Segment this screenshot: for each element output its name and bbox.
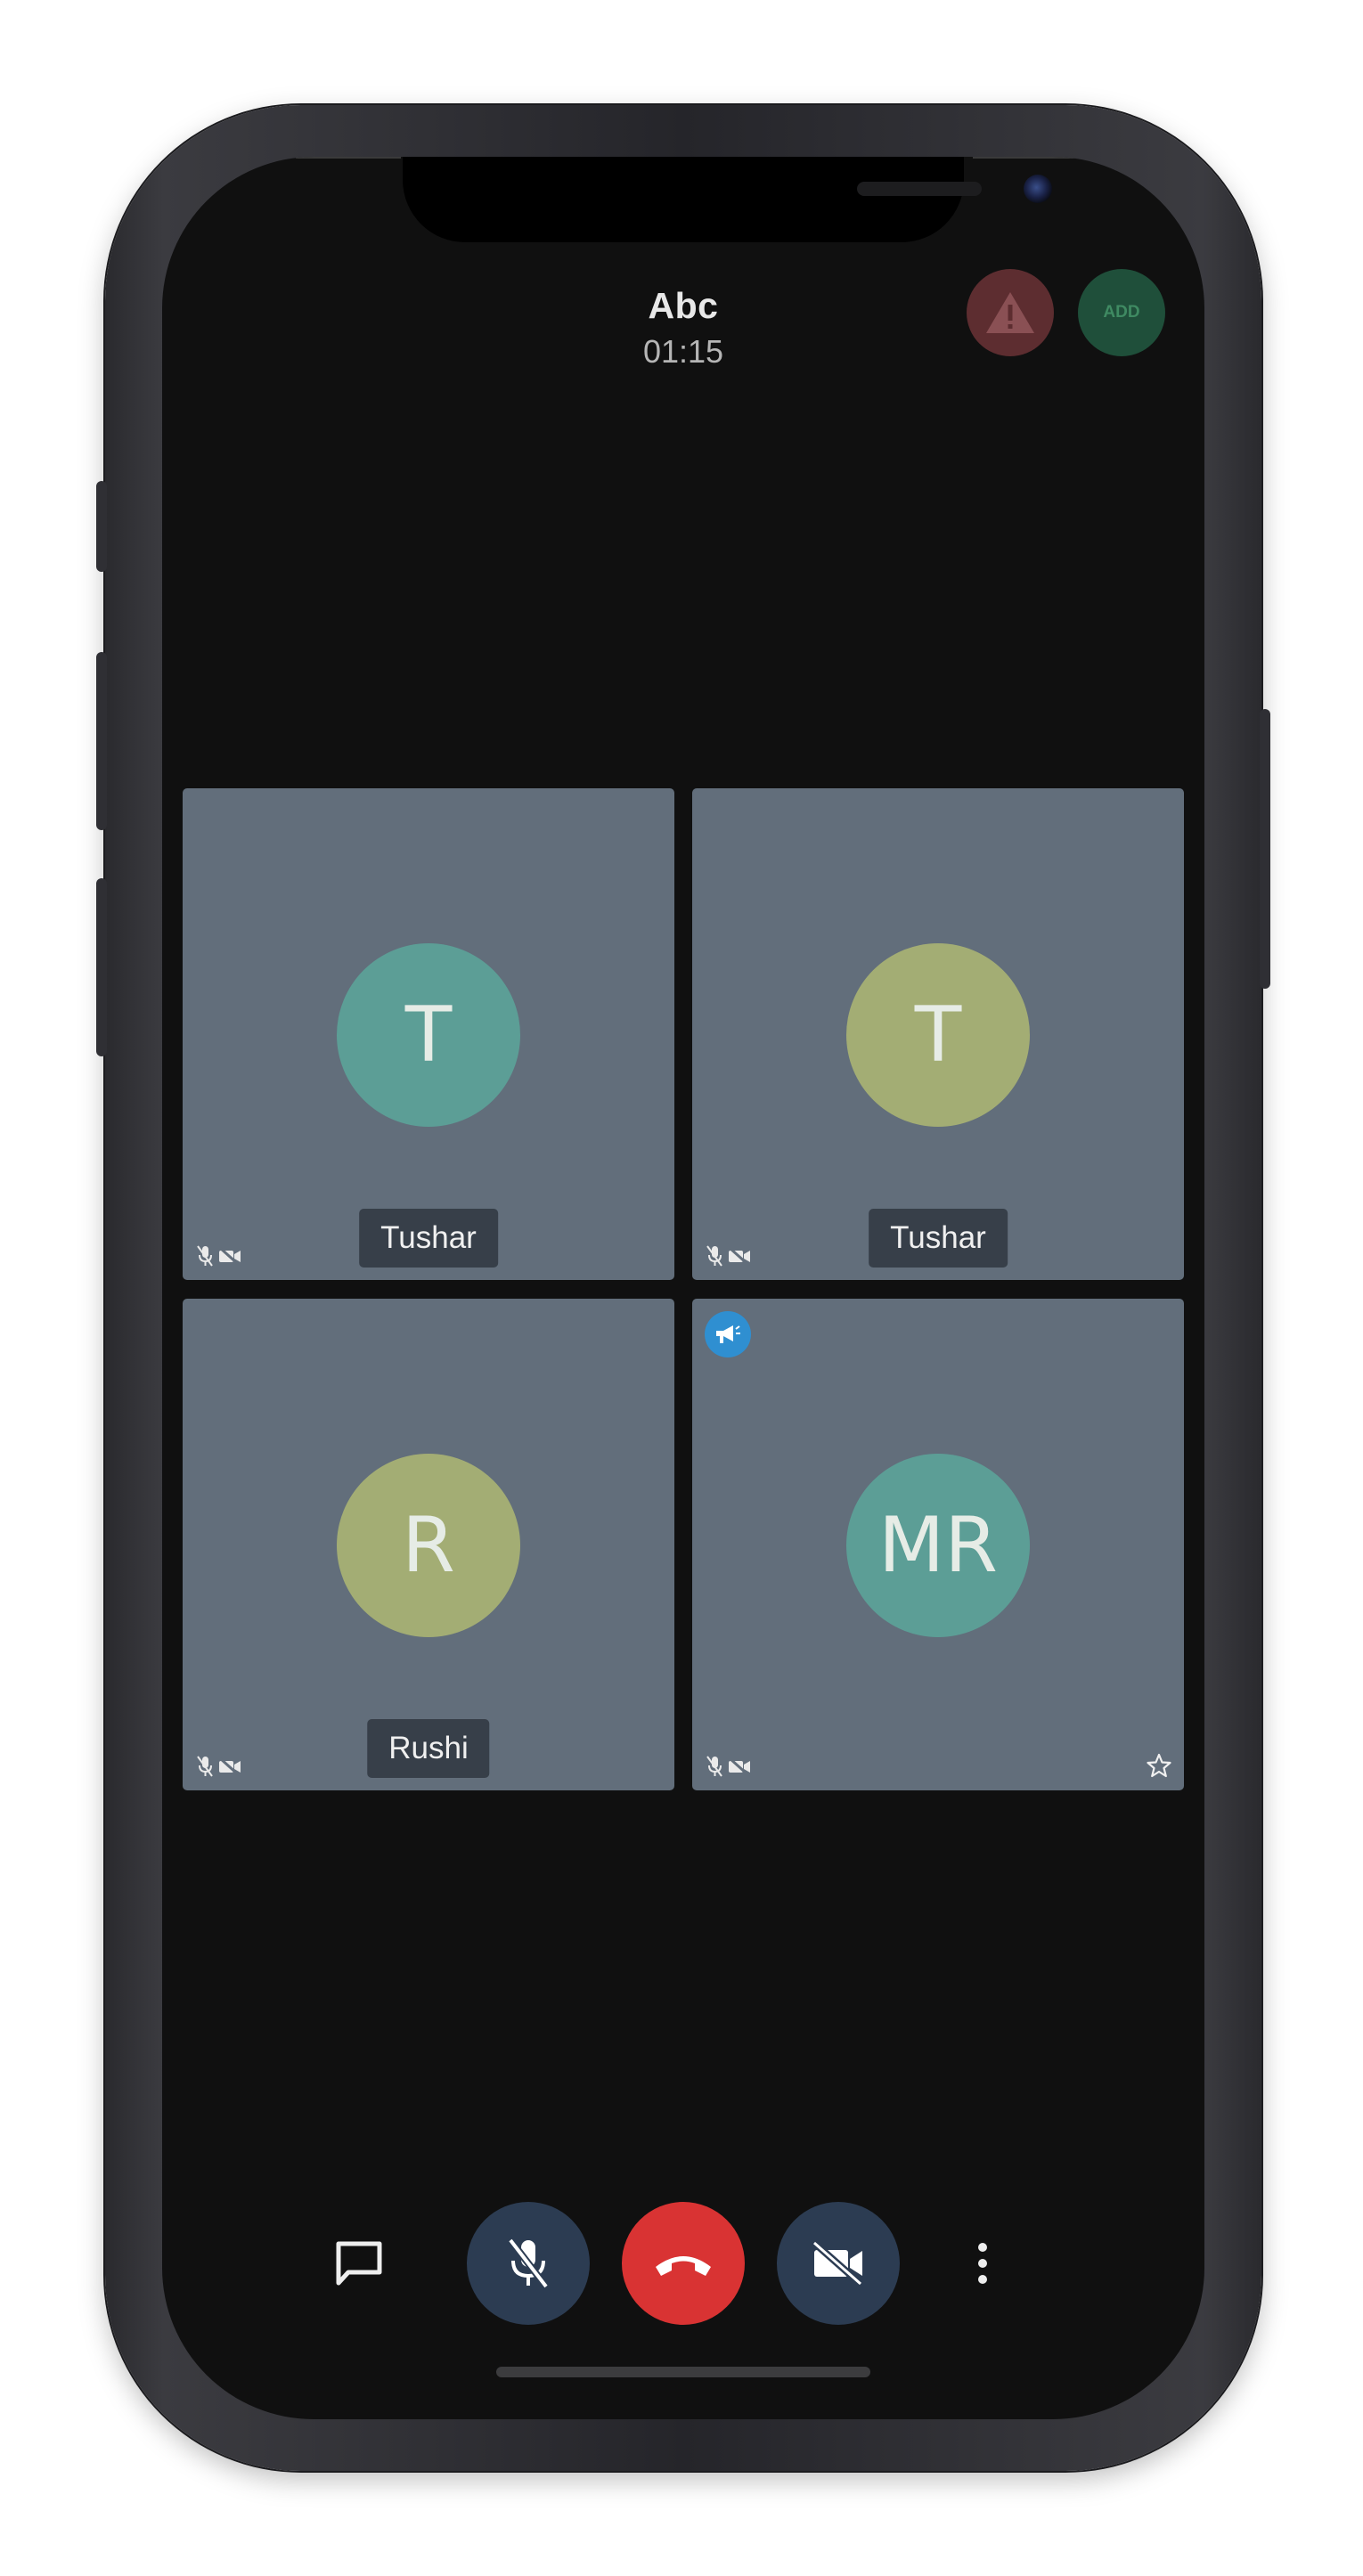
phone-silent-switch: [96, 481, 107, 572]
call-timer: 01:15: [642, 333, 724, 370]
participant-name-tag: Tushar: [359, 1209, 498, 1268]
video-off-icon: [218, 1757, 241, 1775]
end-call-button[interactable]: [622, 2202, 745, 2325]
add-button-label: ADD: [1103, 303, 1140, 322]
front-camera: [1024, 175, 1052, 203]
mic-off-icon: [706, 1245, 722, 1267]
phone-notch: [403, 157, 1052, 242]
video-off-icon: [728, 1757, 750, 1775]
tile-status-icons: [197, 1244, 241, 1268]
participant-name-tag: Tushar: [869, 1209, 1008, 1268]
status-bar-right: [973, 157, 1078, 159]
avatar-initials: T: [914, 990, 962, 1080]
participant-tile[interactable]: T Tushar: [692, 788, 1184, 1280]
chat-button[interactable]: [328, 2232, 390, 2295]
participant-avatar: T: [337, 943, 520, 1127]
status-bar-left: [296, 157, 401, 159]
mute-toggle-button[interactable]: [467, 2202, 590, 2325]
host-badge: [705, 1311, 751, 1357]
more-vertical-icon: [978, 2243, 987, 2284]
call-screen: Abc 01:15 ADD T Tushar T Tushar R Rushi …: [162, 157, 1204, 2419]
participant-name-tag: Rushi: [367, 1719, 490, 1778]
chat-bubble-icon: [336, 2241, 382, 2286]
more-options-button[interactable]: [960, 2232, 1005, 2295]
participant-avatar: MR: [846, 1454, 1030, 1637]
megaphone-icon: [716, 1325, 740, 1343]
add-participant-button[interactable]: ADD: [1078, 269, 1165, 356]
phone-power-button: [1260, 709, 1270, 989]
avatar-initials: T: [404, 990, 453, 1080]
home-indicator[interactable]: [496, 2367, 870, 2377]
participant-tile[interactable]: R Rushi: [183, 1299, 674, 1790]
participant-tile[interactable]: T Tushar: [183, 788, 674, 1280]
mic-off-icon: [197, 1756, 213, 1777]
phone-hangup-icon: [656, 2256, 711, 2276]
mic-off-icon: [507, 2238, 550, 2289]
report-button[interactable]: [967, 269, 1054, 356]
mic-off-icon: [706, 1756, 722, 1777]
phone-volume-down-button: [96, 878, 107, 1056]
video-off-icon: [812, 2240, 863, 2287]
video-off-icon: [728, 1247, 750, 1265]
avatar-initials: MR: [878, 1501, 998, 1590]
tile-status-icons: [706, 1244, 751, 1268]
participant-avatar: T: [846, 943, 1030, 1127]
video-off-icon: [218, 1247, 241, 1265]
tile-status-icons: [706, 1755, 751, 1778]
participant-avatar: R: [337, 1454, 520, 1637]
participant-tile[interactable]: MR: [692, 1299, 1184, 1790]
camera-toggle-button[interactable]: [777, 2202, 900, 2325]
earpiece-speaker: [857, 182, 982, 196]
warning-icon: [986, 292, 1034, 333]
phone-volume-up-button: [96, 652, 107, 830]
tile-status-icons: [197, 1755, 241, 1778]
star-icon[interactable]: [1147, 1753, 1171, 1778]
mic-off-icon: [197, 1245, 213, 1267]
avatar-initials: R: [402, 1501, 455, 1590]
